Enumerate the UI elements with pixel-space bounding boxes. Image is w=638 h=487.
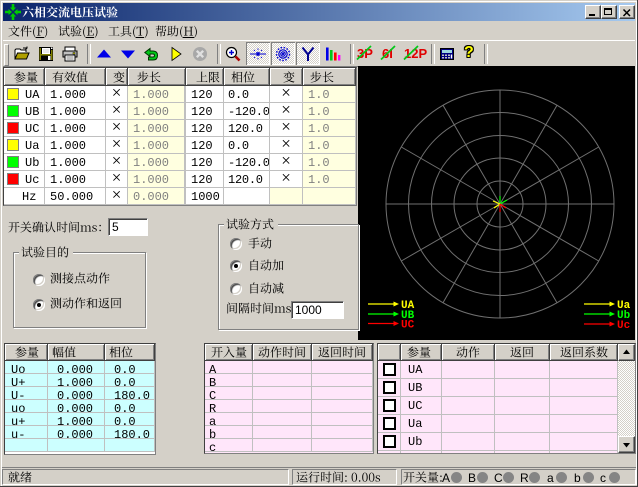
svg-text:UC: UC: [401, 320, 415, 332]
svg-text:Uc: Uc: [617, 320, 630, 332]
